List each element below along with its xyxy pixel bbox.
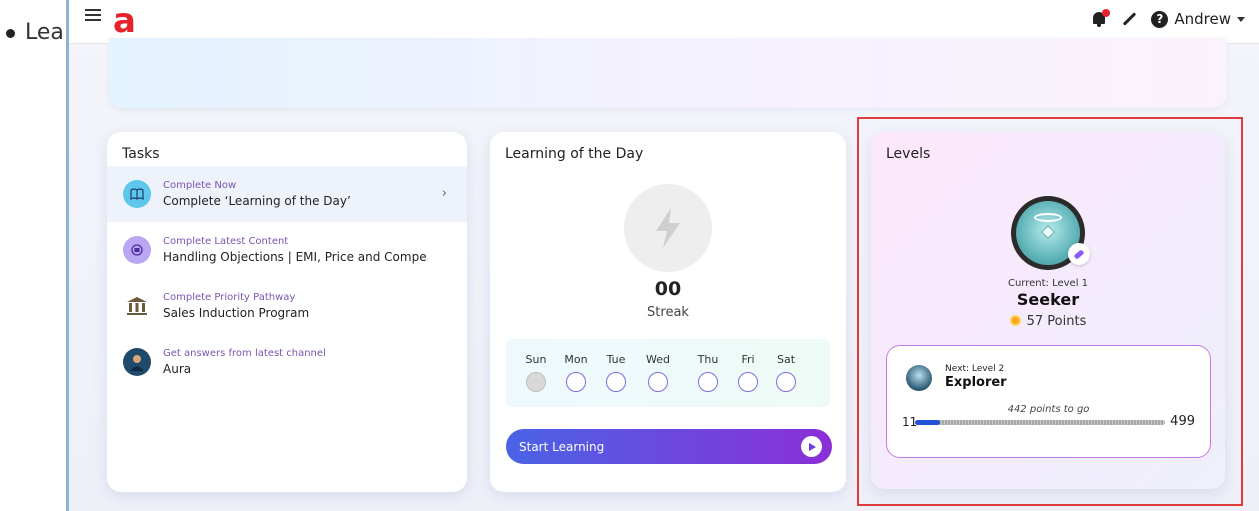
notification-dot xyxy=(1102,9,1111,17)
bell-icon[interactable] xyxy=(1091,9,1111,28)
task-main: Aura xyxy=(163,362,192,376)
day-indicator xyxy=(776,372,796,392)
user-menu[interactable]: ? Andrew xyxy=(1151,10,1245,28)
day-label: Sun xyxy=(525,353,547,366)
play-icon[interactable] xyxy=(801,436,822,457)
avatar-icon xyxy=(123,348,151,376)
hamburger-icon[interactable] xyxy=(85,9,101,23)
progress-max: 499 xyxy=(1170,414,1195,429)
pillar-icon xyxy=(123,292,151,320)
outer-bullet-text: Lea xyxy=(6,20,64,45)
day-fri: Fri xyxy=(734,353,762,392)
day-indicator xyxy=(648,372,668,392)
tasks-title: Tasks xyxy=(122,146,160,162)
level-progress-bar xyxy=(915,420,1165,425)
week-tracker: Sun Mon Tue Wed Thu Fri Sat xyxy=(506,339,830,407)
day-label: Sat xyxy=(776,353,796,366)
task-sub: Complete Now xyxy=(163,180,237,191)
task-item-channel[interactable]: Get answers from latest channel Aura xyxy=(107,334,467,390)
day-thu: Thu xyxy=(694,353,722,392)
task-main: Complete ‘Learning of the Day’ xyxy=(163,194,351,208)
streak-value: 00 xyxy=(654,278,682,300)
tasks-card: Tasks Complete Now Complete ‘Learning of… xyxy=(107,132,467,492)
day-indicator xyxy=(606,372,626,392)
start-learning-label: Start Learning xyxy=(519,439,605,454)
levels-card: Levels Current: Level 1 Seeker 57 Points… xyxy=(871,132,1225,489)
top-right-controls: ? Andrew xyxy=(1091,9,1245,28)
explorer-badge-icon xyxy=(906,365,932,391)
next-level-box: Next: Level 2 Explorer 442 points to go … xyxy=(886,345,1211,458)
level-progress-fill xyxy=(915,420,940,425)
rocket-icon xyxy=(1068,243,1090,265)
current-level-label: Current: Level 1 xyxy=(1007,278,1089,289)
points-value: 57 Points xyxy=(1026,314,1087,329)
current-level-name: Seeker xyxy=(1016,290,1080,309)
levels-title: Levels xyxy=(886,146,931,162)
next-level-label: Next: Level 2 xyxy=(945,364,1005,374)
bullet-dot xyxy=(6,28,15,38)
task-sub: Complete Latest Content xyxy=(163,236,289,247)
app-logo[interactable]: a xyxy=(113,2,136,40)
day-sun: Sun xyxy=(522,353,550,392)
day-label: Wed xyxy=(646,353,670,366)
task-item-priority-pathway[interactable]: Complete Priority Pathway Sales Inductio… xyxy=(107,278,467,334)
next-level-name: Explorer xyxy=(945,375,1007,390)
day-label: Tue xyxy=(606,353,626,366)
help-circle-icon[interactable]: ? xyxy=(1151,10,1169,28)
day-wed: Wed xyxy=(644,353,672,392)
chevron-right-icon[interactable]: › xyxy=(442,186,447,201)
task-main: Sales Induction Program xyxy=(163,306,310,320)
day-indicator xyxy=(738,372,758,392)
day-mon: Mon xyxy=(562,353,590,392)
lightning-icon xyxy=(624,184,712,272)
day-indicator xyxy=(566,372,586,392)
task-sub: Complete Priority Pathway xyxy=(163,292,296,303)
points-display: 57 Points xyxy=(871,314,1225,329)
learning-of-the-day-card: Learning of the Day 00 Streak Sun Mon Tu… xyxy=(490,132,846,492)
pen-icon[interactable] xyxy=(1121,11,1137,27)
day-label: Mon xyxy=(564,353,588,366)
day-indicator xyxy=(526,372,546,392)
caret-down-icon[interactable] xyxy=(1237,16,1245,22)
app-window: a ? Andrew Tasks Complete Now Complete ‘… xyxy=(66,0,1259,511)
streak-label: Streak xyxy=(647,305,689,320)
day-label: Fri xyxy=(741,353,755,366)
day-label: Thu xyxy=(697,353,719,366)
content-icon xyxy=(123,236,151,264)
user-name[interactable]: Andrew xyxy=(1174,10,1231,28)
day-sat: Sat xyxy=(772,353,800,392)
hero-banner xyxy=(109,38,1227,108)
task-main: Handling Objections | EMI, Price and Com… xyxy=(163,250,428,264)
lotd-title: Learning of the Day xyxy=(505,146,644,162)
task-item-complete-now[interactable]: Complete Now Complete ‘Learning of the D… xyxy=(107,166,467,222)
day-indicator xyxy=(698,372,718,392)
book-icon xyxy=(123,180,151,208)
task-item-latest-content[interactable]: Complete Latest Content Handling Objecti… xyxy=(107,222,467,278)
coin-icon xyxy=(1009,315,1021,326)
start-learning-button[interactable]: Start Learning xyxy=(506,429,832,464)
bullet-label: Lea xyxy=(25,20,64,45)
points-to-go: 442 points to go xyxy=(1007,404,1090,415)
task-sub: Get answers from latest channel xyxy=(163,348,326,359)
day-tue: Tue xyxy=(602,353,630,392)
